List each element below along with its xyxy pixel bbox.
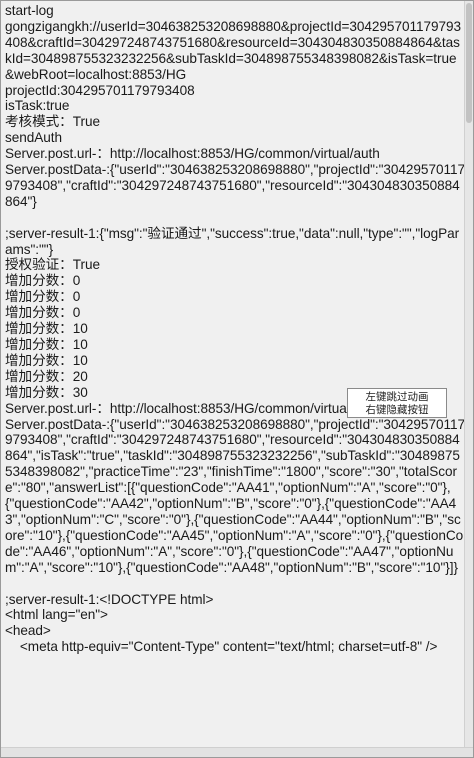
vertical-scrollbar[interactable]	[464, 1, 473, 749]
log-line: start-log	[5, 3, 54, 18]
log-output: start-log gongzigangkh://userId=304638253…	[5, 3, 465, 655]
bottom-status-bar	[1, 747, 473, 757]
log-line: <head>	[5, 623, 51, 639]
app-window: start-log gongzigangkh://userId=304638253…	[0, 0, 474, 758]
log-line: sendAuth	[5, 130, 63, 146]
log-line: 增加分数：0	[5, 289, 81, 305]
hint-button[interactable]: 左键跳过动画 右键隐藏按钮	[347, 388, 447, 418]
log-line: Server.postData-:{"userId":"304638253208…	[5, 162, 465, 209]
log-line: Server.post.url-：http://localhost:8853/H…	[5, 146, 380, 162]
log-line: gongzigangkh://userId=304638253208698880…	[5, 18, 462, 82]
scrollbar-thumb[interactable]	[466, 3, 472, 123]
log-line: <meta http-equiv="Content-Type" content=…	[5, 639, 438, 655]
log-line: 增加分数：10	[5, 352, 88, 368]
log-line: 增加分数：0	[5, 305, 81, 321]
log-line: ;server-result-1:<!DOCTYPE html>	[5, 591, 214, 607]
log-line: Server.postData-:{"userId":"304638253208…	[5, 416, 465, 575]
log-line: isTask:true	[5, 98, 70, 114]
hint-hide-button-label: 右键隐藏按钮	[365, 404, 429, 416]
log-line: 增加分数：10	[5, 337, 88, 353]
log-line: 增加分数：10	[5, 321, 88, 337]
log-console[interactable]: start-log gongzigangkh://userId=304638253…	[1, 1, 467, 749]
log-line: projectId:304295701179793408	[5, 82, 195, 98]
hint-skip-animation-label: 左键跳过动画	[365, 391, 429, 403]
log-line: 授权验证：True	[5, 257, 100, 273]
log-line: 考核模式：True	[5, 114, 100, 130]
log-line: <html lang="en">	[5, 607, 108, 623]
log-line: 增加分数：0	[5, 273, 81, 289]
log-line: ;server-result-1:{"msg":"验证通过","success"…	[5, 225, 460, 257]
log-line: 增加分数：20	[5, 368, 88, 384]
